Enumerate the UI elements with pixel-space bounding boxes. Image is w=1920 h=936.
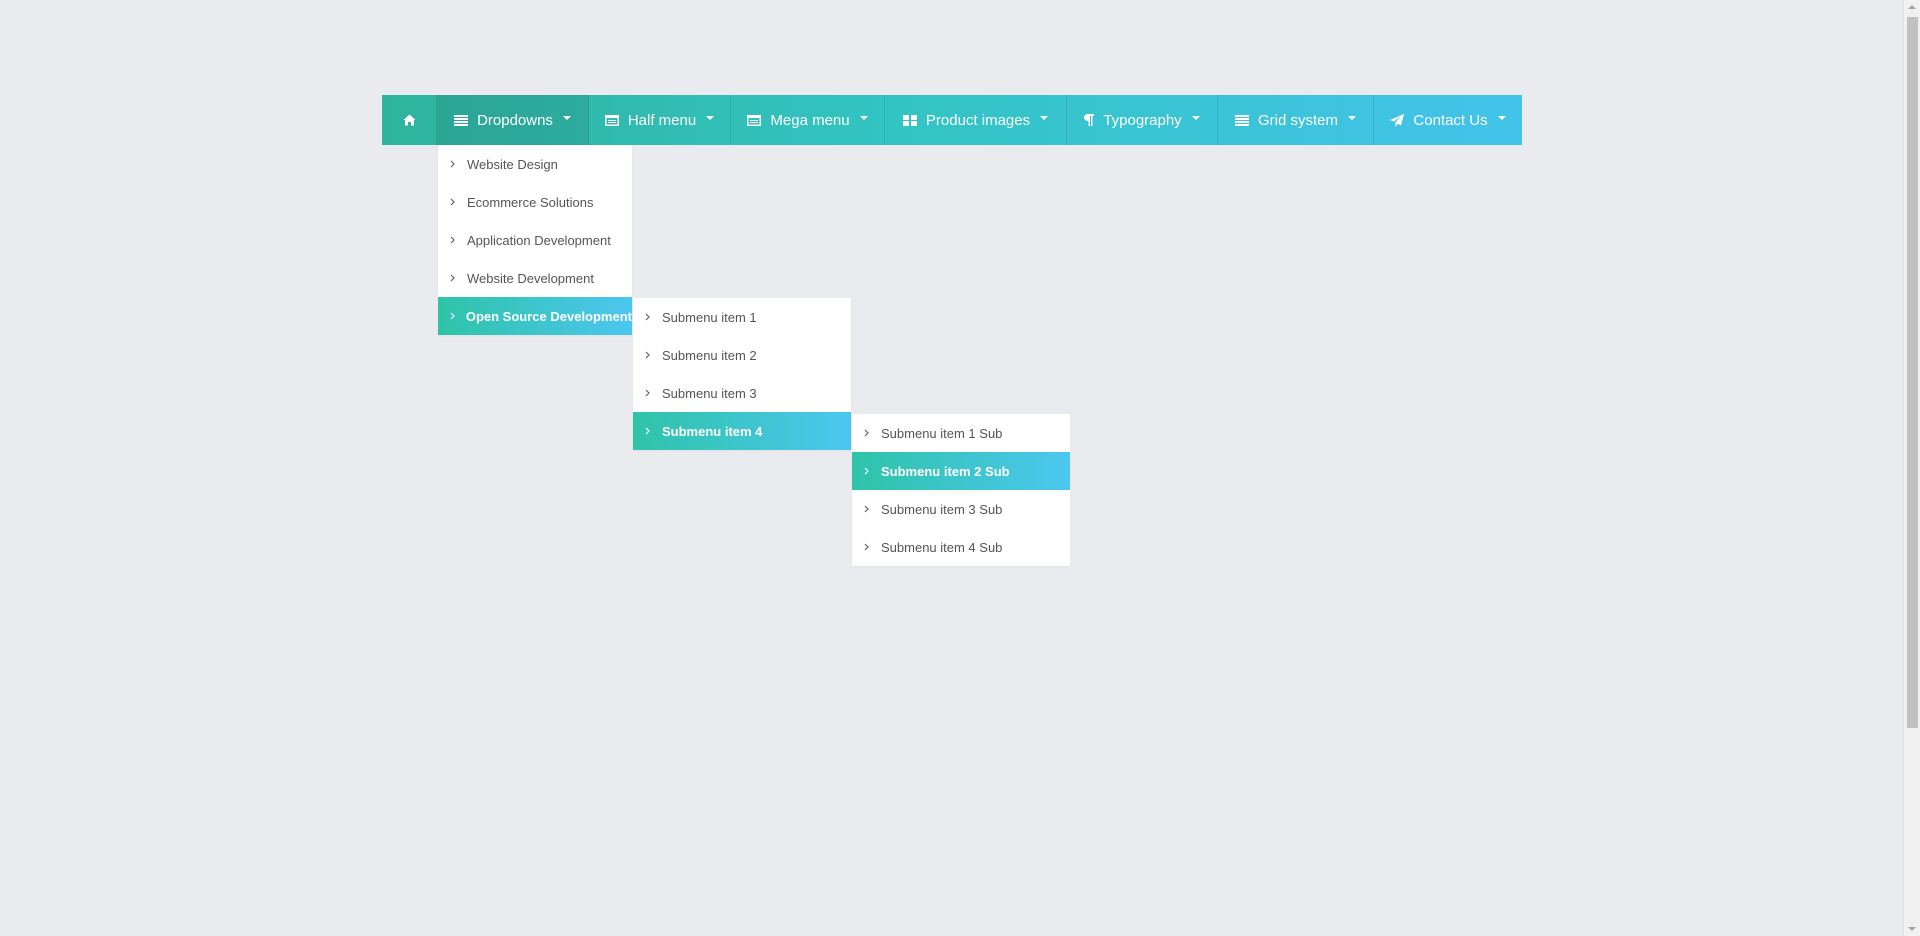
nav-contact-us[interactable]: Contact Us — [1374, 95, 1522, 145]
page: Dropdowns Half menu Mega menu Product im… — [0, 0, 1920, 936]
submenu-item-1[interactable]: Submenu item 1 — [633, 298, 851, 336]
list-icon — [1234, 114, 1249, 126]
chevron-right-icon — [864, 505, 872, 513]
menu-item-website-design[interactable]: Website Design — [438, 145, 632, 183]
grid-icon — [902, 114, 917, 126]
chevron-right-icon — [450, 198, 458, 206]
menu-item-website-development[interactable]: Website Development — [438, 259, 632, 297]
caret-down-icon — [859, 116, 868, 120]
nav-grid-system[interactable]: Grid system — [1218, 95, 1374, 145]
subsubmenu-item-label: Submenu item 3 Sub — [881, 501, 1003, 517]
chevron-right-icon — [645, 427, 653, 435]
scroll-down-icon[interactable] — [1908, 927, 1916, 931]
chevron-right-icon — [645, 351, 653, 359]
vertical-scrollbar[interactable] — [1903, 0, 1920, 936]
nav-product-images-label: Product images — [925, 111, 1031, 129]
subsubmenu-item-label: Submenu item 1 Sub — [881, 425, 1003, 441]
scrollbar-thumb[interactable] — [1907, 17, 1918, 728]
caret-down-icon — [706, 116, 715, 120]
nav-half-menu-label: Half menu — [627, 111, 697, 129]
subsubmenu-item-4[interactable]: Submenu item 4 Sub — [852, 528, 1070, 566]
chevron-right-icon — [450, 236, 458, 244]
submenu-item-3[interactable]: Submenu item 3 — [633, 374, 851, 412]
window-icon — [604, 114, 619, 126]
list-icon — [454, 114, 469, 126]
subsubmenu-item-2[interactable]: Submenu item 2 Sub — [852, 452, 1070, 490]
menu-item-label: Website Development — [467, 270, 594, 286]
chevron-right-icon — [450, 160, 458, 168]
nav-mega-menu[interactable]: Mega menu — [731, 95, 885, 145]
menu-item-open-source-development[interactable]: Open Source Development — [438, 297, 632, 335]
subsubmenu-item-1[interactable]: Submenu item 1 Sub — [852, 414, 1070, 452]
caret-down-icon — [562, 116, 571, 120]
chevron-right-icon — [450, 312, 457, 320]
menu-item-label: Application Development — [467, 232, 611, 248]
nav-typography-label: Typography — [1103, 111, 1182, 129]
nav-home[interactable] — [382, 95, 437, 145]
chevron-right-icon — [864, 429, 872, 437]
nav-half-menu[interactable]: Half menu — [589, 95, 731, 145]
caret-down-icon — [1040, 116, 1049, 120]
paragraph-icon — [1084, 114, 1095, 126]
submenu-item-label: Submenu item 1 — [662, 309, 757, 325]
submenu-item-4[interactable]: Submenu item 4 — [633, 412, 851, 450]
chevron-right-icon — [450, 274, 458, 282]
subsubmenu-item-label: Submenu item 4 Sub — [881, 539, 1003, 555]
nav-product-images[interactable]: Product images — [885, 95, 1067, 145]
chevron-right-icon — [645, 313, 653, 321]
menu-item-label: Ecommerce Solutions — [467, 194, 594, 210]
caret-down-icon — [1497, 116, 1506, 120]
nav-dropdowns-label: Dropdowns — [477, 111, 553, 129]
nav-contact-us-label: Contact Us — [1413, 111, 1488, 129]
scroll-up-icon[interactable] — [1908, 5, 1916, 9]
menu-item-label: Open Source Development — [465, 308, 632, 324]
caret-down-icon — [1348, 116, 1356, 120]
chevron-right-icon — [645, 389, 653, 397]
main-navbar: Dropdowns Half menu Mega menu Product im… — [382, 95, 1522, 145]
window-icon — [747, 114, 762, 126]
nav-typography[interactable]: Typography — [1067, 95, 1218, 145]
nav-grid-system-label: Grid system — [1257, 111, 1338, 129]
caret-down-icon — [1191, 116, 1200, 120]
submenu-item-label: Submenu item 2 — [662, 347, 757, 363]
subsubmenu-item-3[interactable]: Submenu item 3 Sub — [852, 490, 1070, 528]
submenu-item-4-submenu: Submenu item 1 Sub Submenu item 2 Sub Su… — [852, 414, 1070, 566]
nav-dropdowns[interactable]: Dropdowns — [437, 95, 589, 145]
submenu-item-label: Submenu item 3 — [662, 385, 757, 401]
menu-item-ecommerce-solutions[interactable]: Ecommerce Solutions — [438, 183, 632, 221]
dropdowns-menu: Website Design Ecommerce Solutions Appli… — [438, 145, 632, 335]
nav-mega-menu-label: Mega menu — [770, 111, 850, 129]
subsubmenu-item-label: Submenu item 2 Sub — [881, 463, 1010, 479]
menu-item-label: Website Design — [467, 156, 558, 172]
chevron-right-icon — [864, 543, 872, 551]
submenu-item-label: Submenu item 4 — [662, 423, 763, 439]
menu-item-application-development[interactable]: Application Development — [438, 221, 632, 259]
chevron-right-icon — [864, 467, 872, 475]
paper-plane-icon — [1390, 113, 1405, 127]
open-source-submenu: Submenu item 1 Submenu item 2 Submenu it… — [633, 298, 851, 450]
home-icon — [403, 114, 416, 126]
submenu-item-2[interactable]: Submenu item 2 — [633, 336, 851, 374]
